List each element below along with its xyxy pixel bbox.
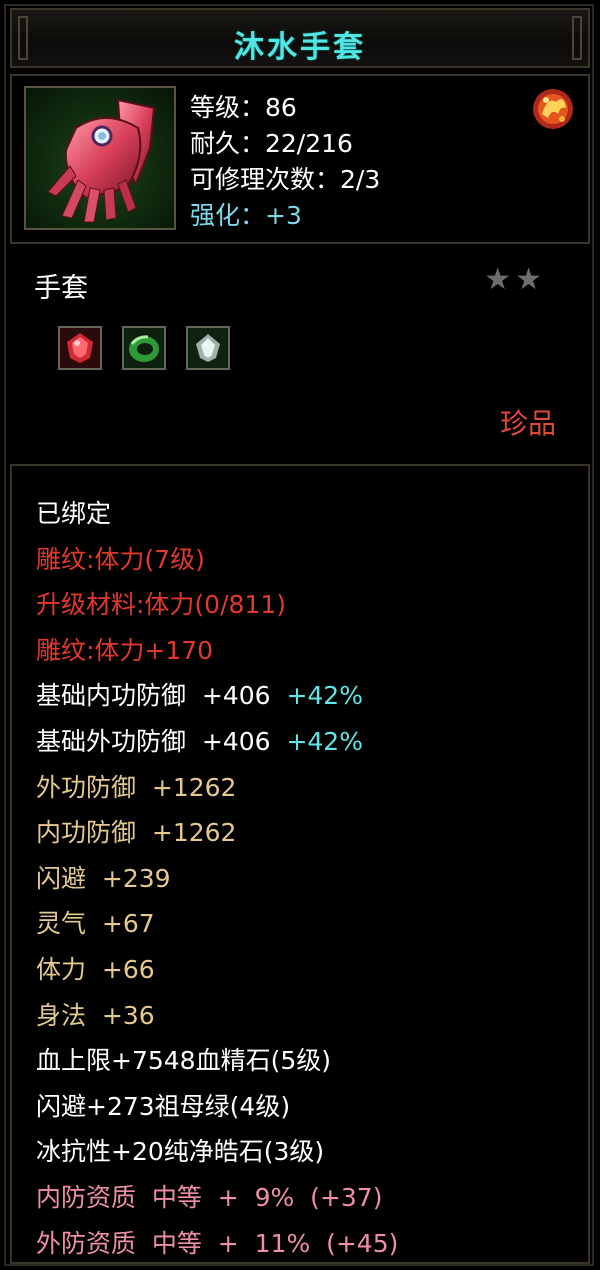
title-bar: 沐水手套 [10, 8, 590, 68]
stat-line: 雕纹:体力+170 [36, 631, 213, 667]
green-jade-icon[interactable] [122, 326, 166, 370]
stat-line: 内防资质 中等 + 9% (+37) [36, 1178, 382, 1214]
item-summary-panel: 手套 ★★ 珍品 [10, 248, 590, 460]
item-enhance: 强化：+3 [190, 201, 302, 230]
stat-text: 外功防御 +1262 [36, 772, 237, 802]
stat-line: 身法 +36 [36, 996, 155, 1032]
stat-bonus-percent: +42% [270, 727, 363, 756]
stat-line: 基础外功防御 +406 +42% [36, 722, 363, 758]
item-info-panel: 等级：86 耐久：22/216 可修理次数：2/3 强化：+3 [10, 74, 590, 244]
stat-line: 体力 +66 [36, 950, 155, 986]
flame-emblem-icon [530, 86, 576, 132]
red-gauntlet-icon [24, 86, 176, 230]
stat-text: 雕纹:体力+170 [36, 635, 214, 665]
stat-line: 升级材料:体力(0/811) [36, 585, 286, 621]
stat-bonus-percent: +42% [270, 681, 363, 711]
stat-text: 内功防御 +1262 [36, 818, 237, 848]
stat-line: 外功防御 +1262 [36, 768, 236, 804]
stat-line: 血上限+7548血精石(5级) [36, 1041, 331, 1077]
item-durability: 耐久：22/216 [190, 129, 353, 158]
stat-line: 外防资质 中等 + 11% (+45) [36, 1224, 398, 1260]
stat-text: 基础内功防御 +406 [36, 681, 271, 711]
stat-line: 闪避 +239 [36, 859, 171, 895]
stat-line: 闪避+273祖母绿(4级) [36, 1087, 290, 1123]
stat-text: 雕纹:体力(7级) [36, 544, 205, 574]
stat-text: 闪避 +239 [36, 863, 171, 893]
star-rating: ★★ [484, 262, 546, 297]
stat-text: 闪避+273祖母绿(4级) [36, 1091, 291, 1121]
stat-text: 灵气 +67 [36, 909, 155, 939]
stat-text: 内防资质 中等 + 9% (+37) [36, 1183, 383, 1212]
stat-text: 已绑定 [36, 499, 112, 528]
stat-line: 冰抗性+20纯净皓石(3级) [36, 1132, 324, 1168]
item-level: 等级：86 [190, 93, 297, 122]
item-name: 沐水手套 [234, 30, 366, 65]
stat-text: 基础外功防御 +406 [36, 727, 271, 756]
stat-line: 基础内功防御 +406 +42% [36, 676, 363, 712]
rarity-label: 珍品 [499, 407, 556, 440]
item-repair-count: 可修理次数：2/3 [190, 165, 381, 194]
stat-line: 雕纹:体力(7级) [36, 540, 205, 576]
item-type: 手套 [34, 273, 88, 304]
stat-text: 血上限+7548血精石(5级) [36, 1046, 331, 1076]
item-stats-panel: 已绑定雕纹:体力(7级) 升级材料:体力(0/811) 雕纹:体力+170 基础内功防… [10, 464, 590, 1264]
stat-text: 外防资质 中等 + 11% (+45) [36, 1228, 399, 1258]
stat-line: 内功防御 +1262 [36, 813, 236, 849]
stat-text: 升级材料:体力(0/811) [36, 590, 286, 620]
red-gem-icon[interactable] [58, 326, 102, 370]
stat-line: 已绑定 [36, 494, 111, 530]
white-diamond-icon[interactable] [186, 326, 230, 370]
stat-text: 冰抗性+20纯净皓石(3级) [36, 1137, 325, 1167]
stat-text: 体力 +66 [36, 955, 155, 984]
stat-text: 身法 +36 [36, 1000, 155, 1030]
stat-line: 灵气 +67 [36, 904, 155, 940]
